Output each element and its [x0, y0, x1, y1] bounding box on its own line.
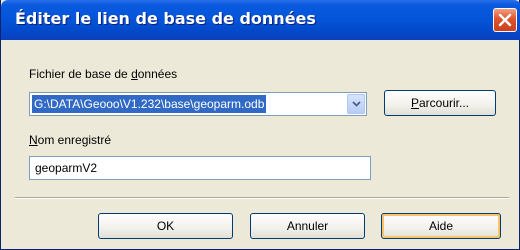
- chevron-down-icon: [352, 101, 361, 107]
- db-file-label-suffix: onnées: [137, 67, 178, 81]
- help-button[interactable]: Aide: [381, 213, 501, 239]
- dialog-window: Éditer le lien de base de données Fichie…: [0, 0, 520, 250]
- cancel-button[interactable]: Annuler: [250, 213, 365, 239]
- close-button[interactable]: [493, 8, 517, 32]
- browse-button[interactable]: Parcourir...: [384, 90, 496, 116]
- db-file-label: Fichier de base de données: [29, 67, 177, 81]
- db-file-label-accel: d: [131, 67, 138, 81]
- window-title: Éditer le lien de base de données: [15, 9, 316, 28]
- db-file-combobox[interactable]: G:\DATA\Geooo\V1.232\base\geoparm.odb: [29, 92, 367, 116]
- close-icon: [498, 13, 512, 27]
- ok-button[interactable]: OK: [98, 213, 233, 239]
- ok-button-label: OK: [156, 219, 175, 233]
- browse-button-accel: P: [410, 96, 419, 110]
- cancel-button-label: Annuler: [286, 219, 329, 233]
- db-file-dropdown-button[interactable]: [347, 94, 365, 114]
- saved-name-label-rest: om enregistré: [37, 133, 112, 147]
- saved-name-label: Nom enregistré: [29, 133, 111, 147]
- separator: [15, 197, 509, 199]
- db-file-path[interactable]: G:\DATA\Geooo\V1.232\base\geoparm.odb: [32, 95, 267, 113]
- title-bar[interactable]: Éditer le lien de base de données: [1, 0, 520, 40]
- db-file-label-prefix: Fichier de base de: [29, 67, 132, 81]
- help-button-label: Aide: [428, 219, 454, 233]
- browse-button-rest: arcourir...: [419, 96, 470, 110]
- saved-name-input[interactable]: geoparmV2: [29, 156, 371, 180]
- saved-name-label-accel: N: [29, 133, 38, 147]
